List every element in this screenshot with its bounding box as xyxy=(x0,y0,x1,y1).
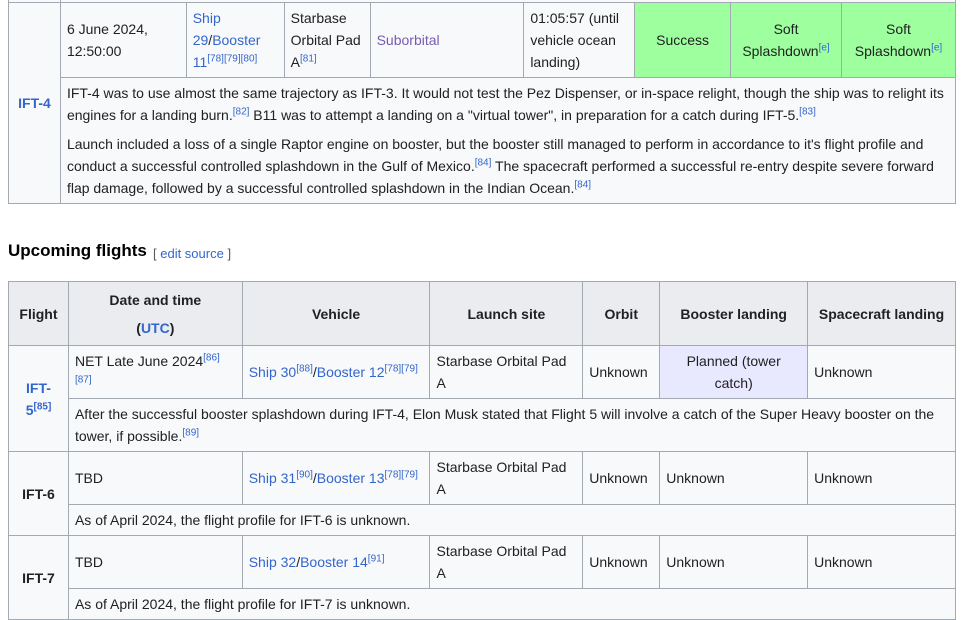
citation-link[interactable]: [81] xyxy=(300,53,317,64)
note-link[interactable]: [e] xyxy=(819,42,830,53)
description-cell: After the successful booster splashdown … xyxy=(67,398,957,452)
edit-source-link[interactable]: edit source xyxy=(160,246,224,261)
duration-cell: 01:05:57 (until vehicle ocean landing) xyxy=(523,2,636,78)
orbit-cell: Unknown xyxy=(582,535,661,589)
vehicle-cell: Ship 31[90]/Booster 13[78][79] xyxy=(241,451,431,505)
orbit-link[interactable]: Suborbital xyxy=(377,32,440,48)
table-row: IFT-5[85] NET Late June 2024[86][87] Shi… xyxy=(8,345,956,452)
column-header-booster-landing: Booster landing xyxy=(659,281,809,346)
ship-link[interactable]: Ship 32 xyxy=(249,554,296,570)
column-header-spacecraft-landing: Spacecraft landing xyxy=(807,281,956,346)
column-header-date: Date and time (UTC) xyxy=(67,281,243,346)
flight-cell: IFT-4 xyxy=(8,2,61,204)
column-header-flight: Flight xyxy=(8,281,69,346)
description-paragraph: IFT-4 was to use almost the same traject… xyxy=(67,82,949,126)
date-text: NET Late June 2024 xyxy=(74,353,204,369)
launch-site-cell: Starbase Orbital Pad A xyxy=(429,345,584,399)
citation-link[interactable]: [91] xyxy=(368,553,385,564)
ship-link[interactable]: Ship 31 xyxy=(249,470,296,486)
orbit-cell: Unknown xyxy=(582,345,661,399)
citation-link[interactable]: [85] xyxy=(33,401,51,412)
booster-landing-cell: Unknown xyxy=(659,535,809,589)
booster-landing-cell: Planned (tower catch) xyxy=(659,345,809,399)
description-text: B11 was to attempt a landing on a "virtu… xyxy=(249,107,800,123)
bracket: ] xyxy=(223,246,232,261)
table-row: As of April 2024, the flight profile for… xyxy=(9,504,957,536)
description-cell: As of April 2024, the flight profile for… xyxy=(67,504,957,536)
date-cell: 6 June 2024, 12:50:00 xyxy=(59,2,187,78)
flight-cell: IFT-5[85] xyxy=(8,345,69,452)
utc-link[interactable]: UTC xyxy=(141,320,170,336)
launch-site-cell: Starbase Orbital Pad A xyxy=(429,451,584,505)
date-cell: TBD xyxy=(67,535,243,589)
citation-link[interactable]: [78][79][80] xyxy=(207,53,257,64)
orbit-cell: Suborbital xyxy=(369,2,525,78)
table-row: As of April 2024, the flight profile for… xyxy=(9,588,957,620)
citation-link[interactable]: [84] xyxy=(574,179,591,190)
note-link[interactable]: [e] xyxy=(931,42,942,53)
flight-cell: IFT-6 xyxy=(8,451,69,536)
booster-landing-cell: Unknown xyxy=(659,451,809,505)
description-text: After the successful booster splashdown … xyxy=(74,406,935,444)
date-cell: NET Late June 2024[86][87] xyxy=(67,345,243,399)
table-row: After the successful booster splashdown … xyxy=(9,398,957,452)
table-header-row: Flight Date and time (UTC) Vehicle Launc… xyxy=(8,281,956,346)
citation-link[interactable]: [78][79] xyxy=(384,363,417,374)
date-cell: TBD xyxy=(67,451,243,505)
citation-link[interactable]: [88] xyxy=(296,363,313,374)
citation-link[interactable]: [83] xyxy=(799,106,816,117)
booster-landing-text: Soft Splashdown xyxy=(742,21,819,59)
description-cell: IFT-4 was to use almost the same traject… xyxy=(59,77,957,204)
booster-link[interactable]: Booster 14 xyxy=(300,554,368,570)
launch-site-cell: Starbase Orbital Pad A xyxy=(429,535,584,589)
flight-link[interactable]: IFT-4 xyxy=(18,95,51,111)
booster-link[interactable]: Booster 13 xyxy=(317,470,385,486)
column-header-launch-site: Launch site xyxy=(429,281,584,346)
citation-link[interactable]: [78][79] xyxy=(384,469,417,480)
vehicle-cell: Ship 29/Booster 11[78][79][80] xyxy=(185,2,285,78)
booster-landing-cell: Soft Splashdown[e] xyxy=(730,2,842,78)
table-row: IFT-4 6 June 2024, 12:50:00 Ship 29/Boos… xyxy=(8,2,956,204)
column-header-vehicle: Vehicle xyxy=(241,281,431,346)
vehicle-cell: Ship 30[88]/Booster 12[78][79] xyxy=(241,345,431,399)
paren: ) xyxy=(169,319,175,336)
table-row: IFT-7 TBD Ship 32/Booster 14[91] Starbas… xyxy=(8,535,956,620)
edit-source-link-wrapper: [ edit source ] xyxy=(153,246,231,261)
launch-site-cell: Starbase Orbital Pad A[81] xyxy=(283,2,371,78)
table-row: IFT-4 was to use almost the same traject… xyxy=(9,77,957,204)
vehicle-cell: Ship 32/Booster 14[91] xyxy=(241,535,431,589)
citation-link[interactable]: [90] xyxy=(296,469,313,480)
spacecraft-landing-cell: Unknown xyxy=(807,535,956,589)
booster-link[interactable]: Booster 12 xyxy=(317,364,385,380)
orbit-cell: Unknown xyxy=(582,451,661,505)
description-paragraph: Launch included a loss of a single Rapto… xyxy=(67,133,949,199)
column-header-date-label: Date and time xyxy=(109,291,202,308)
outcome-badge: Success xyxy=(634,2,732,78)
upcoming-flights-table: Flight Date and time (UTC) Vehicle Launc… xyxy=(8,281,957,620)
spacecraft-landing-cell: Unknown xyxy=(807,451,956,505)
table-row: IFT-6 TBD Ship 31[90]/Booster 13[78][79]… xyxy=(8,451,956,536)
citation-link[interactable]: [89] xyxy=(182,427,199,438)
citation-link[interactable]: [82] xyxy=(233,106,250,117)
description-cell: As of April 2024, the flight profile for… xyxy=(67,588,957,620)
spacecraft-landing-cell: Soft Splashdown[e] xyxy=(841,2,956,78)
spacecraft-landing-text: Soft Splashdown xyxy=(854,21,932,59)
citation-link[interactable]: [84] xyxy=(475,157,492,168)
column-header-orbit: Orbit xyxy=(582,281,661,346)
launch-history-table: IFT-4 6 June 2024, 12:50:00 Ship 29/Boos… xyxy=(8,0,957,204)
section-heading: Upcoming flights xyxy=(8,241,147,260)
ship-link[interactable]: Ship 30 xyxy=(249,364,296,380)
spacecraft-landing-cell: Unknown xyxy=(807,345,956,399)
flight-cell: IFT-7 xyxy=(8,535,69,620)
